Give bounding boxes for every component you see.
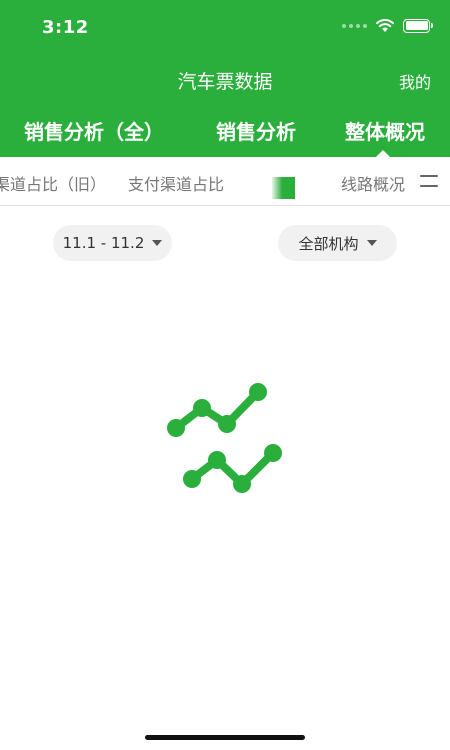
menu-icon[interactable] xyxy=(420,174,438,188)
date-range-select[interactable]: 11.1 - 11.2 xyxy=(53,225,172,261)
tab-sales-analysis-all[interactable]: 销售分析（全） xyxy=(24,116,164,145)
main-tabs: 销售分析（全） 销售分析 整体概况 xyxy=(0,102,450,157)
status-icons xyxy=(342,18,433,33)
subtab-active-indicator[interactable] xyxy=(272,177,295,199)
subtab-payment-channel-share[interactable]: 支付渠道占比 xyxy=(128,171,224,195)
home-indicator[interactable] xyxy=(145,735,305,740)
sub-tabs: 渠道占比（旧） 支付渠道占比 线路概况 xyxy=(0,157,450,206)
organization-select[interactable]: 全部机构 xyxy=(278,225,397,261)
signal-icon xyxy=(342,23,367,28)
battery-icon xyxy=(403,18,433,33)
tab-overview[interactable]: 整体概况 xyxy=(345,116,425,145)
line-chart-loading-icon xyxy=(167,383,282,493)
organization-value: 全部机构 xyxy=(298,234,359,253)
date-range-value: 11.1 - 11.2 xyxy=(62,234,145,252)
status-time: 3:12 xyxy=(42,17,89,38)
tab-sales-analysis[interactable]: 销售分析 xyxy=(216,116,296,145)
active-tab-pointer xyxy=(376,150,390,157)
wifi-icon xyxy=(376,19,394,32)
title-bar: 汽车票数据 我的 xyxy=(0,58,450,102)
status-bar: 3:12 xyxy=(0,0,450,58)
caret-down-icon xyxy=(366,240,377,246)
caret-down-icon xyxy=(152,240,163,246)
subtab-channel-share-old[interactable]: 渠道占比（旧） xyxy=(0,171,106,195)
mine-button[interactable]: 我的 xyxy=(399,69,431,93)
page-title: 汽车票数据 xyxy=(177,71,273,93)
subtab-route-overview[interactable]: 线路概况 xyxy=(341,171,405,195)
